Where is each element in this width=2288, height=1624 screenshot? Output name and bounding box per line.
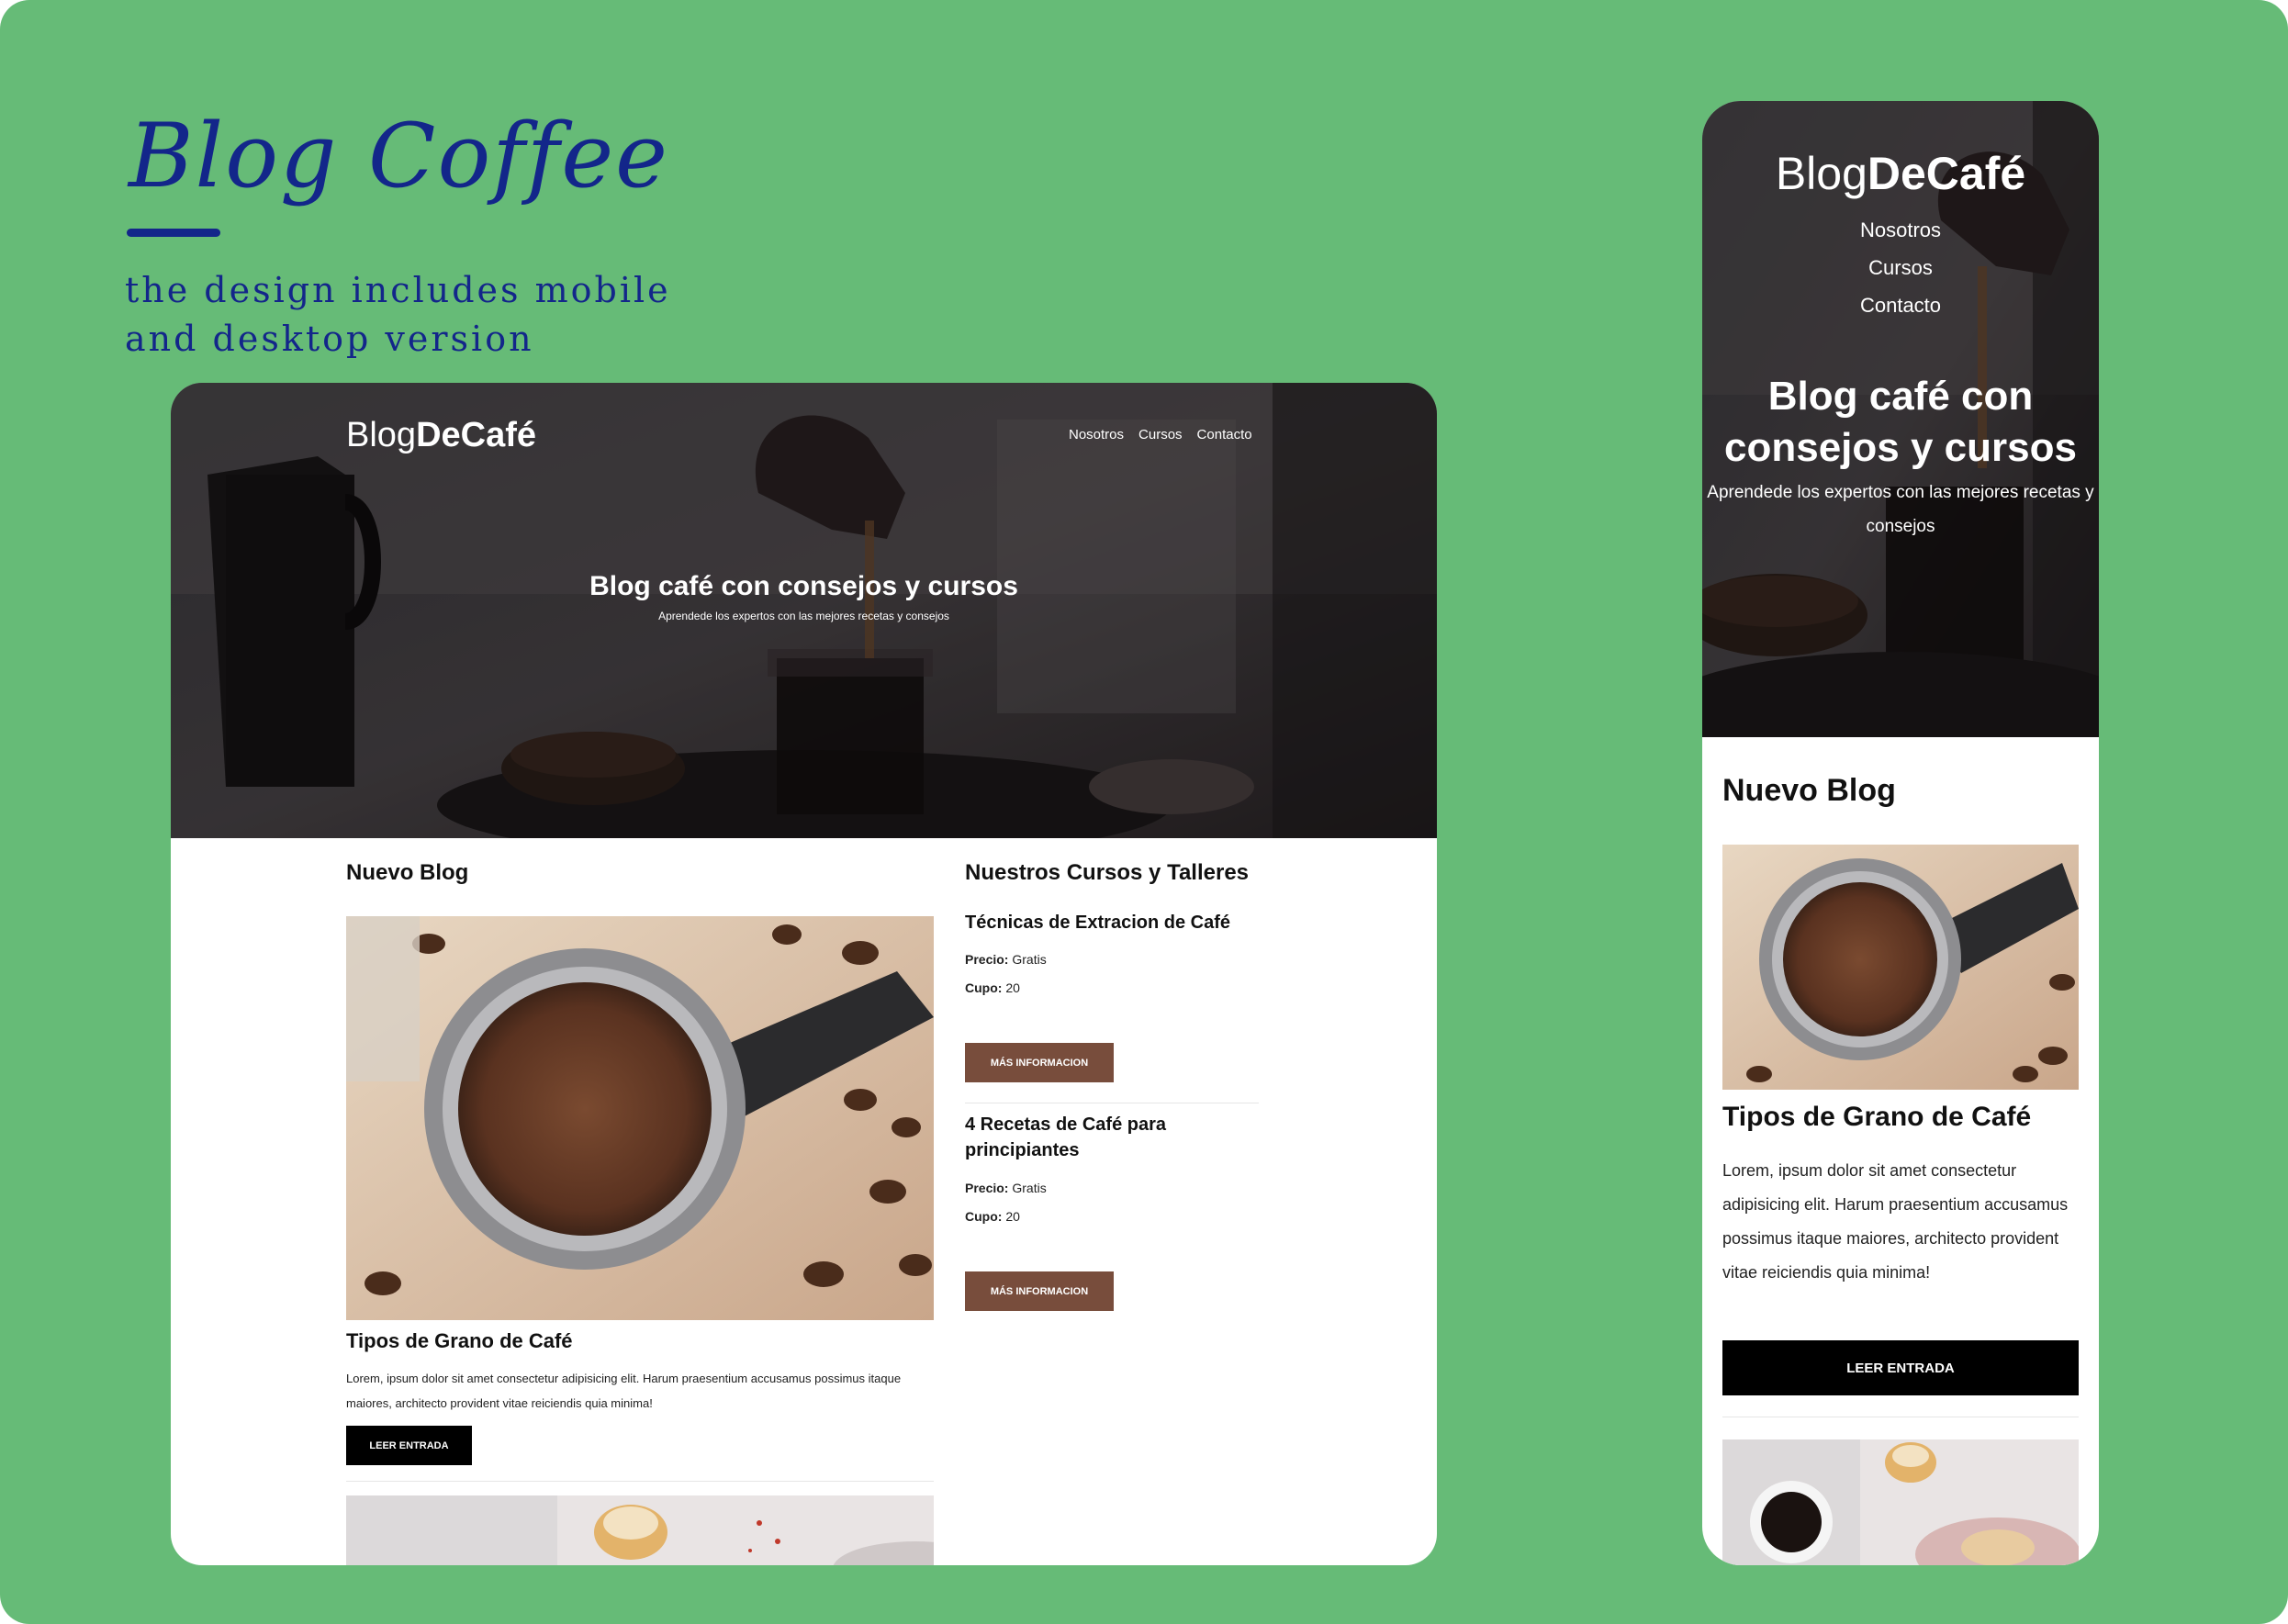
presentation-subtitle: the design includes mobile and desktop v… <box>125 266 712 364</box>
course-seats: Cupo: 20 <box>965 980 1020 995</box>
nav-link-nosotros[interactable]: Nosotros <box>1069 427 1124 442</box>
course-title[interactable]: Técnicas de Extracion de Café <box>965 910 1259 935</box>
hero-subtitle: Aprendede los expertos con las mejores r… <box>658 610 949 622</box>
course-seats-value: 20 <box>1005 980 1020 995</box>
post2-image[interactable] <box>346 1495 934 1565</box>
logo-bold: DeCafé <box>1867 148 2026 199</box>
presentation-canvas: Blog Coffee the design includes mobile a… <box>0 0 2288 1624</box>
hero-title: Blog café con consejos y cursos <box>589 571 1018 601</box>
course-price-label: Precio: <box>965 952 1009 967</box>
presentation-title: Blog Coffee <box>129 105 669 207</box>
mobile-hero: BlogDeCafé Nosotros Cursos Contacto Blog… <box>1702 101 2099 737</box>
logo-light: Blog <box>346 416 417 454</box>
course-seats-label: Cupo: <box>965 1209 1003 1224</box>
read-entry-button[interactable]: LEER ENTRADA <box>346 1426 472 1465</box>
mobile-mockup: BlogDeCafé Nosotros Cursos Contacto Blog… <box>1702 101 2099 1565</box>
nav-link-contacto[interactable]: Contacto <box>1197 427 1252 442</box>
more-info-button[interactable]: MÁS INFORMACION <box>965 1043 1114 1082</box>
course-price-label: Precio: <box>965 1181 1009 1195</box>
course-price-value: Gratis <box>1012 952 1047 967</box>
desktop-nav: Nosotros Cursos Contacto <box>1069 427 1252 442</box>
course-seats-value: 20 <box>1005 1209 1020 1224</box>
course-price: Precio: Gratis <box>965 952 1047 967</box>
read-entry-button[interactable]: LEER ENTRADA <box>1722 1340 2079 1395</box>
post-divider <box>346 1481 934 1482</box>
desktop-hero: BlogDeCafé Nosotros Cursos Contacto Blog… <box>171 383 1437 838</box>
courses-heading: Nuestros Cursos y Talleres <box>965 860 1250 885</box>
blog-heading: Nuevo Blog <box>346 860 469 885</box>
mobile-nav: Nosotros Cursos Contacto <box>1702 211 2099 324</box>
course-title[interactable]: 4 Recetas de Café para principiantes <box>965 1112 1259 1163</box>
hero-subtitle: Aprendede los expertos con las mejores r… <box>1707 483 2094 536</box>
title-underline <box>127 229 220 237</box>
blog-heading: Nuevo Blog <box>1722 773 1896 808</box>
post-title[interactable]: Tipos de Grano de Café <box>346 1329 573 1353</box>
logo-light: Blog <box>1775 148 1867 199</box>
course-price: Precio: Gratis <box>965 1181 1047 1195</box>
nav-link-cursos[interactable]: Cursos <box>1138 427 1183 442</box>
site-logo[interactable]: BlogDeCafé <box>1702 147 2099 200</box>
post-image[interactable] <box>1722 845 2079 1090</box>
more-info-button[interactable]: MÁS INFORMACION <box>965 1271 1114 1311</box>
post-image[interactable] <box>346 916 934 1320</box>
nav-link-cursos[interactable]: Cursos <box>1868 249 1933 286</box>
nav-link-contacto[interactable]: Contacto <box>1860 286 1941 324</box>
post2-image[interactable] <box>1722 1439 2079 1565</box>
logo-bold: DeCafé <box>416 416 537 454</box>
subtitle-line-1: the design includes mobile <box>125 270 671 310</box>
subtitle-line-2: and desktop version <box>125 319 534 359</box>
course-seats-label: Cupo: <box>965 980 1003 995</box>
post-title[interactable]: Tipos de Grano de Café <box>1722 1102 2031 1133</box>
site-logo[interactable]: BlogDeCafé <box>346 416 536 455</box>
hero-title: Blog café con consejos y cursos <box>1724 374 2077 470</box>
course-seats: Cupo: 20 <box>965 1209 1020 1224</box>
course-price-value: Gratis <box>1012 1181 1047 1195</box>
desktop-mockup: BlogDeCafé Nosotros Cursos Contacto Blog… <box>171 383 1437 1565</box>
post-excerpt: Lorem, ipsum dolor sit amet consectetur … <box>1722 1161 2069 1282</box>
post-excerpt: Lorem, ipsum dolor sit amet consectetur … <box>346 1372 902 1410</box>
nav-link-nosotros[interactable]: Nosotros <box>1860 211 1941 249</box>
